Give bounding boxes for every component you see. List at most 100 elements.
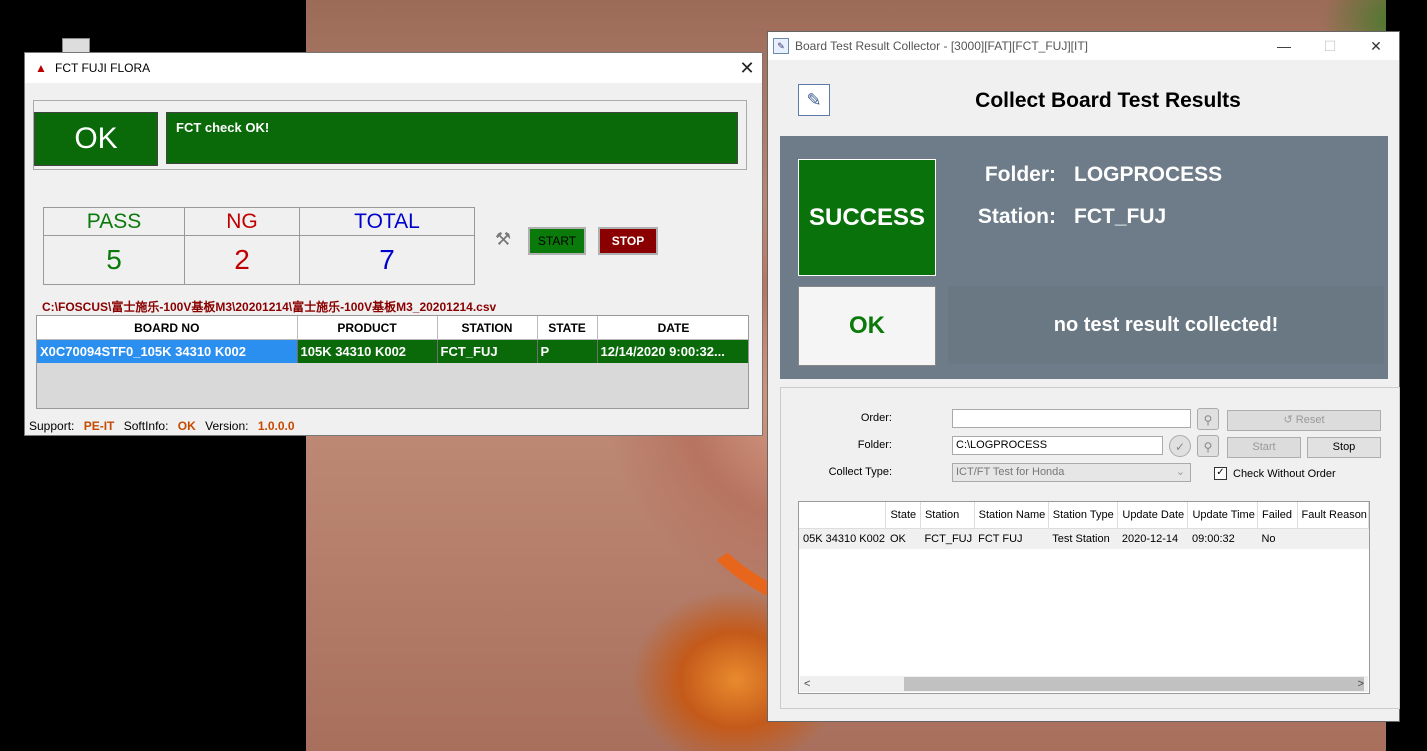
cell-station[interactable]: FCT_FUJ xyxy=(920,528,975,549)
check-without-order-label: Check Without Order xyxy=(1233,467,1336,480)
checkbox-icon[interactable]: ✓ xyxy=(1214,467,1227,480)
table-row[interactable]: 05K 34310 K002 OK FCT_FUJ FCT FUJ Test S… xyxy=(799,528,1369,549)
confirm-folder-icon[interactable]: ✓ xyxy=(1169,435,1191,457)
pass-label: PASS xyxy=(43,207,185,236)
cell-station-type[interactable]: Test Station xyxy=(1048,528,1118,549)
start-button[interactable]: START xyxy=(528,227,586,255)
grid-header-row: State Station Station Name Station Type … xyxy=(799,502,1369,529)
ng-label: NG xyxy=(184,207,300,236)
reset-button[interactable]: ↺ Reset xyxy=(1227,410,1381,431)
collector-app-icon: ✎ xyxy=(773,38,789,54)
collect-type-label: Collect Type: xyxy=(828,466,892,478)
folder-input[interactable]: C:\LOGPROCESS xyxy=(952,436,1163,455)
col-board-no[interactable]: BOARD NO xyxy=(37,316,298,340)
col-board[interactable] xyxy=(799,502,887,529)
close-icon[interactable]: ✕ xyxy=(1353,38,1399,55)
order-label: Order: xyxy=(860,412,892,424)
col-station[interactable]: Station xyxy=(920,502,975,529)
version-label: Version: xyxy=(205,419,249,433)
collect-type-value: ICT/FT Test for Honda xyxy=(956,466,1065,478)
col-date[interactable]: DATE xyxy=(597,316,748,340)
fct-status-bar: Support: PE-IT SoftInfo: OK Version: 1.0… xyxy=(29,419,301,433)
col-station-type[interactable]: Station Type xyxy=(1048,502,1119,529)
col-fault-reason[interactable]: Fault Reason xyxy=(1297,502,1369,529)
reset-icon: ↺ xyxy=(1283,414,1296,426)
collector-result-grid[interactable]: State Station Station Name Station Type … xyxy=(798,501,1370,694)
col-product[interactable]: PRODUCT xyxy=(297,316,438,340)
scroll-right-icon[interactable]: > xyxy=(1358,678,1364,690)
order-input[interactable] xyxy=(952,409,1191,428)
col-update-date[interactable]: Update Date xyxy=(1117,502,1189,529)
folder-label: Folder: xyxy=(984,163,1056,186)
ok-status-box: OK xyxy=(798,286,936,366)
stop-button[interactable]: STOP xyxy=(598,227,658,255)
cell-update-time[interactable]: 09:00:32 xyxy=(1187,528,1258,549)
stop-collect-button[interactable]: Stop xyxy=(1307,437,1381,458)
folder-form-label: Folder: xyxy=(857,439,892,451)
fct-window: ▲ FCT FUJI FLORA ✕ OK FCT check OK! PASS… xyxy=(24,52,763,436)
pass-count: 5 xyxy=(43,235,185,285)
cell-state[interactable]: P xyxy=(537,339,598,363)
softinfo-value: OK xyxy=(177,419,196,433)
fct-titlebar[interactable]: ▲ FCT FUJI FLORA ✕ xyxy=(25,53,762,83)
folder-value: LOGPROCESS xyxy=(1074,163,1223,186)
col-state[interactable]: State xyxy=(885,502,921,529)
cell-board[interactable]: 05K 34310 K002 xyxy=(799,528,886,549)
collector-window-title: Board Test Result Collector - [3000][FAT… xyxy=(795,39,1088,53)
cell-station-name[interactable]: FCT FUJ xyxy=(974,528,1049,549)
station-row: Station: FCT_FUJ xyxy=(950,205,1370,229)
cell-station[interactable]: FCT_FUJ xyxy=(437,339,538,363)
collector-window: ✎ Board Test Result Collector - [3000][F… xyxy=(767,31,1400,722)
table-row[interactable]: X0C70094STF0_105K 34310 K002 105K 34310 … xyxy=(37,339,748,363)
col-station[interactable]: STATION xyxy=(437,316,538,340)
maximize-icon[interactable]: ☐ xyxy=(1307,38,1353,55)
folder-row: Folder: LOGPROCESS xyxy=(950,163,1370,187)
cell-product[interactable]: 105K 34310 K002 xyxy=(297,339,438,363)
success-box: SUCCESS xyxy=(798,159,936,276)
search-order-icon[interactable]: ⚲ xyxy=(1197,408,1219,430)
cell-fault-reason[interactable] xyxy=(1297,528,1369,549)
ng-count: 2 xyxy=(184,235,300,285)
collector-status-panel: SUCCESS Folder: LOGPROCESS Station: FCT_… xyxy=(780,136,1388,379)
reset-label: Reset xyxy=(1295,414,1325,426)
collector-heading: Collect Board Test Results xyxy=(975,89,1241,112)
col-station-name[interactable]: Station Name xyxy=(974,502,1049,529)
cell-state[interactable]: OK xyxy=(885,528,921,549)
col-state[interactable]: STATE xyxy=(537,316,598,340)
chevron-down-icon: ⌄ xyxy=(1175,466,1185,478)
collect-type-select[interactable]: ICT/FT Test for Honda ⌄ xyxy=(952,463,1191,482)
cell-date[interactable]: 12/14/2020 9:00:32... xyxy=(597,339,748,363)
search-folder-icon[interactable]: ⚲ xyxy=(1197,435,1219,457)
total-count: 7 xyxy=(299,235,475,285)
start-collect-button[interactable]: Start xyxy=(1227,437,1301,458)
support-value: PE-IT xyxy=(83,419,115,433)
cell-board-no[interactable]: X0C70094STF0_105K 34310 K002 xyxy=(37,339,298,363)
fct-result-grid[interactable]: BOARD NO PRODUCT STATION STATE DATE X0C7… xyxy=(36,315,749,409)
station-value: FCT_FUJ xyxy=(1074,205,1167,228)
softinfo-label: SoftInfo: xyxy=(123,419,169,433)
check-without-order[interactable]: ✓ Check Without Order xyxy=(1214,467,1336,480)
collector-titlebar[interactable]: ✎ Board Test Result Collector - [3000][F… xyxy=(768,32,1399,60)
col-failed[interactable]: Failed xyxy=(1257,502,1298,529)
csv-path: C:\FOSCUS\富士施乐-100V基板M3\20201214\富士施乐-10… xyxy=(42,300,497,314)
cell-failed[interactable]: No xyxy=(1257,528,1297,549)
fct-window-title: FCT FUJI FLORA xyxy=(55,61,151,75)
col-update-time[interactable]: Update Time xyxy=(1187,502,1258,529)
grid-header-row: BOARD NO PRODUCT STATION STATE DATE xyxy=(37,316,748,340)
close-icon[interactable]: ✕ xyxy=(732,58,762,79)
scrollbar-thumb[interactable] xyxy=(904,677,1364,691)
total-label: TOTAL xyxy=(299,207,475,236)
station-label: Station: xyxy=(977,205,1056,228)
cell-update-date[interactable]: 2020-12-14 xyxy=(1117,528,1188,549)
horizontal-scrollbar[interactable]: < > xyxy=(800,676,1368,692)
fct-app-icon: ▲ xyxy=(35,61,47,75)
scroll-left-icon[interactable]: < xyxy=(804,678,810,690)
tools-icon[interactable]: ⚒ xyxy=(495,229,515,249)
count-table: PASS NG TOTAL 5 2 7 xyxy=(43,207,475,285)
version-value: 1.0.0.0 xyxy=(257,419,295,433)
collection-note: no test result collected! xyxy=(948,286,1384,364)
support-label: Support: xyxy=(29,419,75,433)
fct-result-box: OK xyxy=(34,112,158,166)
fct-message-box: FCT check OK! xyxy=(166,112,738,164)
minimize-icon[interactable]: — xyxy=(1261,38,1307,55)
